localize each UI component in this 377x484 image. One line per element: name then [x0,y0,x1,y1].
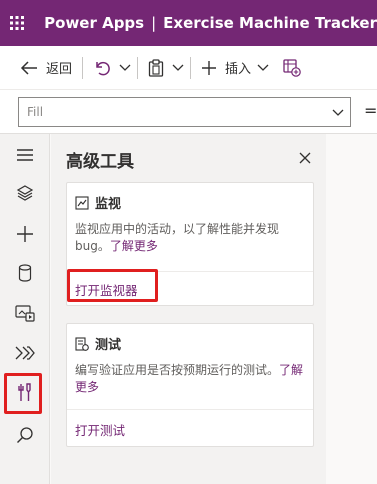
undo-icon [93,59,111,77]
test-desc-text: 编写验证应用是否按预期运行的测试。 [75,363,280,377]
advanced-tools-panel: 高级工具 监视 监视应用中的活动，以了解性能并发现 bug。了解更多 打开监视器… [51,134,326,484]
insert-button[interactable]: 插入 [195,46,275,89]
divider [190,56,192,79]
formula-bar: Fill = [0,90,377,134]
property-dropdown[interactable]: Fill [18,97,351,127]
media-icon[interactable] [6,296,44,330]
monitor-card-description: 监视应用中的活动，以了解性能并发现 bug。了解更多 [75,221,305,255]
advanced-tools-icon[interactable] [6,376,44,410]
open-monitor-button[interactable]: 打开监视器 [75,280,138,299]
divider [67,409,313,410]
hamburger-icon[interactable] [6,138,44,172]
layers-icon[interactable] [6,176,44,210]
monitor-learn-more-link[interactable]: 了解更多 [110,239,158,253]
clipboard-icon [148,58,164,77]
close-icon[interactable] [295,148,315,168]
monitor-icon [75,195,89,210]
property-value: Fill [27,105,44,119]
test-card-title: 测试 [95,338,122,353]
insert-label: 插入 [225,62,252,77]
monitor-card: 监视 监视应用中的活动，以了解性能并发现 bug。了解更多 打开监视器 [66,182,314,306]
app-title: Power Apps | Exercise Machine Tracker [44,14,377,32]
power-automate-icon[interactable] [6,336,44,370]
undo-dropdown[interactable] [117,46,133,89]
app-name: Exercise Machine Tracker [163,14,377,32]
chevron-down-icon [119,64,131,72]
divider [137,56,139,79]
left-rail [0,134,50,484]
equals-sign: = [364,101,377,120]
monitor-desc-text: 监视应用中的活动，以了解性能并发现 bug。 [75,222,280,253]
chevron-down-icon [257,64,269,72]
divider [82,56,84,79]
title-separator: | [151,14,157,32]
command-bar: 返回 插入 [0,46,377,90]
arrow-left-icon [20,60,38,76]
open-test-button[interactable]: 打开测试 [75,420,125,439]
product-name: Power Apps [44,14,145,32]
app-header: Power Apps | Exercise Machine Tracker [0,0,377,46]
test-card-header: 测试 [75,334,121,353]
add-data-button[interactable] [275,46,307,89]
chevron-down-icon [172,64,184,72]
paste-button[interactable] [142,46,170,89]
add-table-icon [283,58,301,77]
plus-icon [201,60,217,76]
back-button[interactable]: 返回 [0,46,78,89]
database-icon[interactable] [6,256,44,290]
test-card: 测试 编写验证应用是否按预期运行的测试。了解更多 打开测试 [66,323,314,447]
undo-button[interactable] [87,46,117,89]
back-label: 返回 [46,62,73,77]
plus-icon[interactable] [6,217,44,251]
waffle-icon[interactable] [0,0,34,46]
test-icon [75,336,89,351]
test-card-description: 编写验证应用是否按预期运行的测试。了解更多 [75,362,305,396]
search-icon[interactable] [6,418,44,452]
divider [67,271,313,272]
monitor-card-header: 监视 [75,193,121,212]
paste-dropdown[interactable] [170,46,186,89]
chevron-down-icon [332,106,344,120]
panel-title: 高级工具 [66,152,134,172]
monitor-card-title: 监视 [95,197,122,212]
